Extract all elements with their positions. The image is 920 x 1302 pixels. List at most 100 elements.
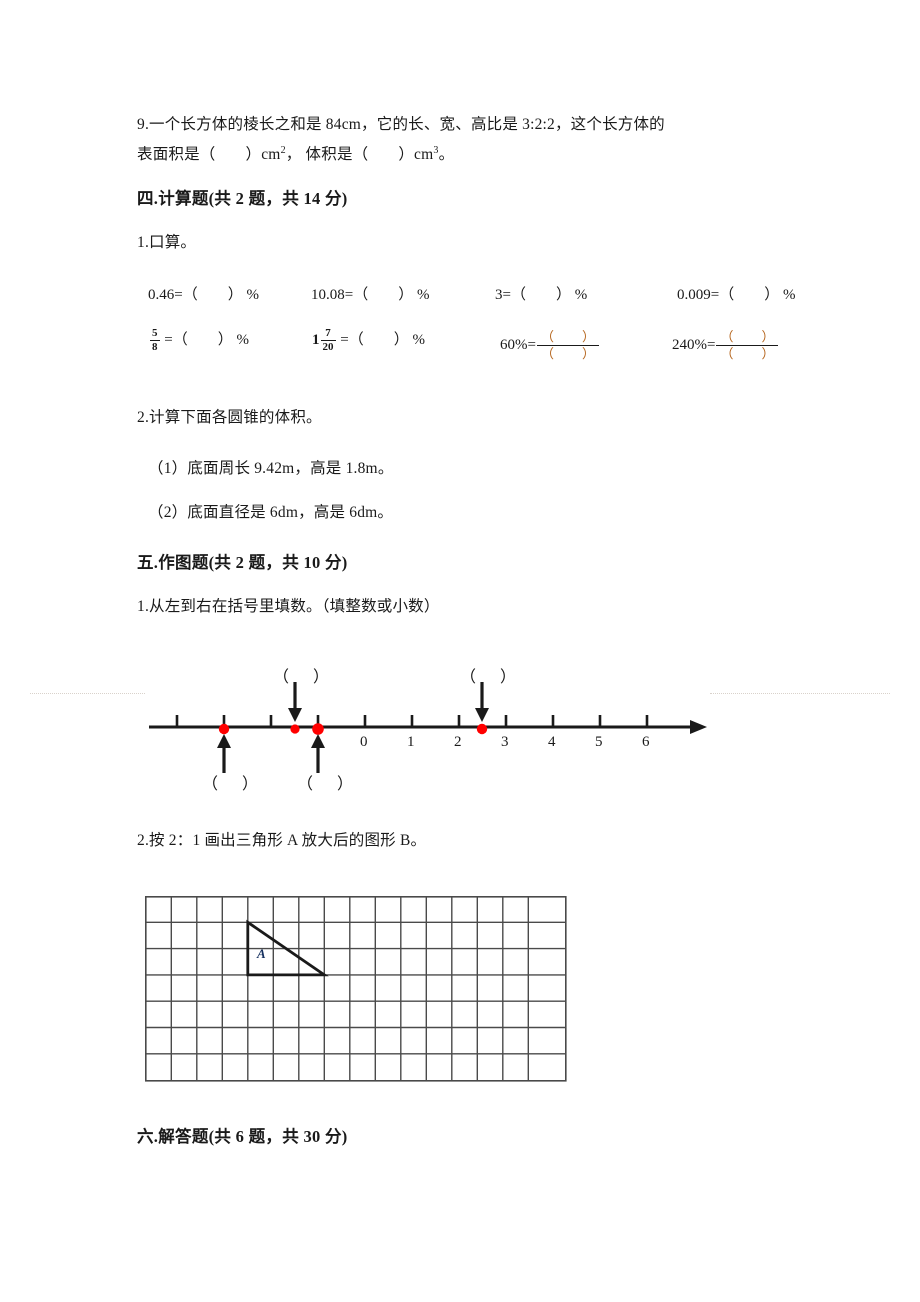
axis-tick-label: 4 bbox=[548, 734, 556, 750]
oral-5-paren-close: ） bbox=[217, 332, 233, 348]
mixed-whole: 1 bbox=[312, 332, 320, 349]
oral-7-lhs: 60% bbox=[500, 336, 528, 353]
oral-1-unit: % bbox=[246, 287, 260, 303]
oral-6-paren-open: （ bbox=[348, 332, 364, 348]
question-9-text-2c: ， 体积是（ bbox=[285, 146, 369, 164]
question-9-text-2d: ）cm bbox=[398, 146, 434, 164]
blank-denominator[interactable]: （ ） bbox=[536, 345, 599, 361]
section-five-q1-label: 1.从左到右在括号里填数。（填整数或小数） bbox=[137, 598, 440, 615]
axis-tick-label: 6 bbox=[642, 734, 650, 750]
paren-close: ） bbox=[761, 346, 775, 361]
paren-close: ） bbox=[337, 776, 354, 793]
section-heading-four: 四.计算题(共 2 题，共 14 分) bbox=[137, 189, 348, 208]
fraction-numerator: 7 bbox=[325, 327, 331, 340]
oral-6-eq: = bbox=[340, 332, 349, 348]
paren-close: ） bbox=[500, 669, 517, 686]
oral-1-paren-close: ） bbox=[227, 287, 243, 303]
section-heading-six: 六.解答题(共 6 题，共 30 分) bbox=[137, 1127, 348, 1146]
blank-fraction-60pct[interactable]: （ ） （ ） bbox=[536, 330, 599, 361]
axis-tick-label: 1 bbox=[407, 734, 415, 750]
paren-close: ） bbox=[581, 346, 595, 361]
question-9-text-2a: 表面积是（ bbox=[137, 146, 216, 164]
paren-open: （ bbox=[273, 669, 290, 686]
paren-close: ） bbox=[581, 329, 595, 344]
marked-point-dot bbox=[218, 723, 230, 735]
paren-open: （ bbox=[720, 346, 734, 361]
oral-6-paren-close: ） bbox=[393, 332, 409, 348]
axis-arrowhead-icon bbox=[690, 720, 707, 734]
blank-denominator[interactable]: （ ） bbox=[716, 345, 779, 361]
arrow-down-icon bbox=[475, 682, 489, 722]
section-heading-five: 五.作图题(共 2 题，共 10 分) bbox=[137, 553, 348, 572]
blank-fraction-240pct[interactable]: （ ） （ ） bbox=[716, 330, 779, 361]
oral-2-paren-close: ） bbox=[398, 287, 414, 303]
blank-numerator[interactable]: （ ） bbox=[716, 330, 778, 345]
arrow-up-icon bbox=[217, 734, 231, 773]
paren-close: ） bbox=[313, 669, 330, 686]
paren-close: ） bbox=[242, 776, 259, 793]
oral-2-lhs: 10.08= bbox=[311, 287, 354, 303]
worksheet-page: 9.一个长方体的棱长之和是 84cm，它的长、宽、高比是 3:2:2，这个长方体… bbox=[0, 0, 920, 1302]
oral-calc-item-2: 10.08=（ ） % bbox=[311, 283, 430, 304]
oral-8-eq: = bbox=[707, 336, 716, 353]
cone-item-1: （1）底面周长 9.42m，高是 1.8m。 bbox=[148, 460, 394, 477]
oral-1-paren-open: （ bbox=[182, 287, 198, 303]
oral-calc-item-1: 0.46=（ ） % bbox=[148, 283, 259, 304]
triangle-a-label: A bbox=[257, 946, 266, 961]
axis-tick-label: 3 bbox=[501, 734, 509, 750]
axis-tick-label: 2 bbox=[454, 734, 462, 750]
paren-open: （ bbox=[540, 329, 554, 344]
oral-5-paren-open: （ bbox=[172, 332, 188, 348]
oral-1-lhs: 0.46= bbox=[148, 287, 183, 303]
question-9-number: 9. bbox=[137, 116, 150, 133]
marked-point-dot bbox=[312, 723, 324, 735]
paren-open: （ bbox=[460, 669, 477, 686]
blank-numerator[interactable]: （ ） bbox=[537, 330, 599, 345]
scan-artifact-left bbox=[30, 693, 145, 695]
oral-5-eq: = bbox=[164, 332, 173, 348]
oral-2-paren-open: （ bbox=[353, 287, 369, 303]
fraction-numerator: 5 bbox=[152, 327, 158, 340]
oral-2-unit: % bbox=[417, 287, 430, 303]
grid-figure: A bbox=[145, 896, 567, 1082]
oral-3-unit: % bbox=[574, 287, 588, 303]
scan-artifact-right bbox=[710, 693, 890, 695]
axis-tick-label: 0 bbox=[360, 734, 368, 750]
cone-item-2: （2）底面直径是 6dm，高是 6dm。 bbox=[148, 504, 394, 521]
question-9-text-1: 一个长方体的棱长之和是 84cm，它的长、宽、高比是 3:2:2，这个长方体的 bbox=[149, 116, 665, 133]
mixed-number-one-seven-twentieths: 1 7 20 bbox=[312, 328, 337, 353]
fraction-denominator: 8 bbox=[150, 340, 160, 354]
section-four-q2-label: 2.计算下面各圆锥的体积。 bbox=[137, 409, 322, 426]
answer-blank-above-2[interactable]: （） bbox=[460, 663, 516, 687]
question-9-line-1: 9.一个长方体的棱长之和是 84cm，它的长、宽、高比是 3:2:2，这个长方体… bbox=[137, 112, 665, 138]
answer-blank-below-2[interactable]: （） bbox=[297, 770, 353, 794]
oral-4-paren-open: （ bbox=[719, 287, 735, 303]
mixed-fraction: 7 20 bbox=[320, 327, 336, 354]
arrow-up-group bbox=[217, 734, 325, 773]
section-five-q2-label: 2.按 2：1 画出三角形 A 放大后的图形 B。 bbox=[137, 832, 427, 849]
oral-3-lhs: 3= bbox=[495, 287, 511, 303]
oral-calc-item-4: 0.009=（ ） % bbox=[677, 283, 796, 304]
oral-8-lhs: 240% bbox=[672, 336, 707, 353]
answer-blank-above-1[interactable]: （） bbox=[273, 663, 329, 687]
question-9-line-2: 表面积是（ ）cm2， 体积是（ ）cm3。 bbox=[137, 138, 454, 168]
fraction-denominator: 20 bbox=[320, 340, 336, 354]
oral-calc-item-5: 5 8 =（ ） % bbox=[149, 328, 249, 353]
grid-svg bbox=[145, 896, 567, 1082]
oral-4-lhs: 0.009= bbox=[677, 287, 720, 303]
fraction-five-eighths: 5 8 bbox=[150, 328, 160, 353]
oral-4-unit: % bbox=[783, 287, 796, 303]
answer-blank-below-1[interactable]: （） bbox=[202, 770, 258, 794]
arrow-up-icon bbox=[311, 734, 325, 773]
oral-calc-item-6: 1 7 20 =（ ） % bbox=[312, 328, 425, 353]
marked-point-dot bbox=[290, 724, 300, 734]
oral-calc-item-8: 240%= （ ） （ ） bbox=[672, 330, 779, 361]
marked-point-dot bbox=[476, 723, 488, 735]
paren-open: （ bbox=[202, 776, 219, 793]
paren-close: ） bbox=[761, 329, 775, 344]
oral-calc-item-7: 60%= （ ） （ ） bbox=[500, 330, 599, 361]
oral-3-paren-open: （ bbox=[510, 287, 526, 303]
paren-open: （ bbox=[720, 329, 734, 344]
axis-tick-label: 5 bbox=[595, 734, 603, 750]
oral-3-paren-close: ） bbox=[555, 287, 571, 303]
